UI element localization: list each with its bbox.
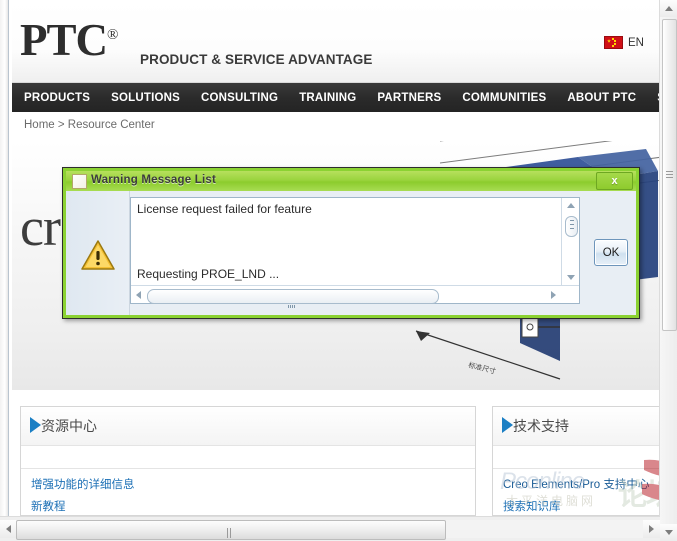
close-button[interactable]: x <box>596 172 633 190</box>
svg-text:标准尺寸: 标准尺寸 <box>468 360 497 376</box>
link-enhancement-details[interactable]: 增强功能的详细信息 <box>31 476 475 492</box>
dialog-frame: Warning Message List x License request f… <box>63 168 639 318</box>
panel-technical-support-links: Creo Elements/Pro 支持中心 搜索知识库 <box>493 469 660 514</box>
triangle-right-icon <box>550 291 556 299</box>
scroll-thumb-grip <box>666 171 673 179</box>
browser-vertical-scrollbar[interactable] <box>659 0 677 541</box>
warning-message-dialog[interactable]: Warning Message List x License request f… <box>62 167 640 319</box>
triangle-down-icon <box>566 275 575 280</box>
panel-technical-support-subbar <box>493 446 660 469</box>
page-scroll-right-button[interactable] <box>643 520 660 538</box>
ptc-logo[interactable]: PTC® <box>20 15 118 65</box>
link-creo-support-center[interactable]: Creo Elements/Pro 支持中心 <box>503 476 660 492</box>
panel-resource-center-title: 资源中心 <box>41 418 97 434</box>
registered-trademark-icon: ® <box>107 27 118 43</box>
panel-technical-support-title: 技术支持 <box>513 418 569 434</box>
panel-resource-center-subbar <box>21 446 475 469</box>
nav-item-about-ptc[interactable]: ABOUT PTC <box>567 92 636 104</box>
triangle-right-icon <box>649 525 654 533</box>
dialog-body: License request failed for feature Reque… <box>66 191 636 315</box>
message-vertical-scrollbar[interactable] <box>561 198 579 285</box>
panel-resource-center-links: 增强功能的详细信息 新教程 <box>21 469 475 514</box>
triangle-down-icon <box>664 530 673 535</box>
page-horizontal-scroll-thumb[interactable] <box>16 520 446 540</box>
page-scroll-left-button[interactable] <box>0 520 17 538</box>
nav-item-consulting[interactable]: CONSULTING <box>201 92 278 104</box>
link-new-tutorial[interactable]: 新教程 <box>31 498 475 514</box>
scroll-left-button[interactable] <box>132 289 144 301</box>
panel-resource-center-header: 资源中心 <box>21 407 475 446</box>
triangle-left-icon <box>135 291 141 299</box>
nav-item-solutions[interactable]: SOLUTIONS <box>111 92 180 104</box>
nav-item-training[interactable]: TRAINING <box>299 92 356 104</box>
page-vertical-scroll-thumb[interactable] <box>662 19 677 331</box>
ptc-logo-text: PTC <box>20 15 108 65</box>
message-list[interactable]: License request failed for feature Reque… <box>130 197 580 308</box>
scroll-up-button[interactable] <box>562 198 579 213</box>
ok-button[interactable]: OK <box>594 239 628 266</box>
breadcrumb[interactable]: Home > Resource Center <box>24 119 155 131</box>
language-selector[interactable]: EN <box>604 36 644 49</box>
message-line-2: Requesting PROE_LND ... <box>137 267 280 281</box>
close-icon: x <box>611 175 618 187</box>
nav-item-communities[interactable]: COMMUNITIES <box>462 92 546 104</box>
page-scroll-down-button[interactable] <box>660 524 677 541</box>
ok-button-label: OK <box>602 246 620 259</box>
panel-technical-support: 技术支持 Creo Elements/Pro 支持中心 搜索知识库 <box>492 406 660 516</box>
browser-horizontal-scrollbar[interactable] <box>0 516 660 541</box>
breadcrumb-bar: Home > Resource Center <box>12 112 660 141</box>
arrow-right-icon <box>30 417 41 433</box>
window-icon <box>72 174 87 189</box>
scroll-right-button[interactable] <box>547 289 559 301</box>
horizontal-scroll-thumb[interactable] <box>147 289 439 308</box>
browser-viewport: PTC® PRODUCT & SERVICE ADVANTAGE EN PROD… <box>0 0 677 541</box>
nav-item-products[interactable]: PRODUCTS <box>24 92 90 104</box>
page-scroll-up-button[interactable] <box>660 0 677 17</box>
vertical-scroll-thumb[interactable] <box>565 216 578 237</box>
nav-item-partners[interactable]: PARTNERS <box>377 92 441 104</box>
china-flag-icon <box>604 36 624 49</box>
site-tagline: PRODUCT & SERVICE ADVANTAGE <box>140 52 373 67</box>
panel-resource-center: 资源中心 增强功能的详细信息 新教程 <box>20 406 476 516</box>
site-header: PTC® PRODUCT & SERVICE ADVANTAGE EN <box>12 0 660 83</box>
main-navigation: PRODUCTS SOLUTIONS CONSULTING TRAINING P… <box>12 83 660 112</box>
content-panels: 资源中心 增强功能的详细信息 新教程 技术支持 Creo Elements/Pr… <box>12 390 660 516</box>
triangle-up-icon <box>664 6 673 11</box>
triangle-left-icon <box>6 525 11 533</box>
panel-technical-support-header: 技术支持 <box>493 407 660 446</box>
scroll-down-button[interactable] <box>562 270 579 285</box>
page-left-margin <box>0 0 9 516</box>
scroll-thumb-grip <box>227 525 235 538</box>
arrow-right-icon <box>502 417 513 433</box>
dialog-titlebar[interactable]: Warning Message List x <box>66 171 636 191</box>
message-line-1: License request failed for feature <box>137 202 312 216</box>
dialog-icon-column <box>66 191 130 315</box>
dialog-title: Warning Message List <box>91 174 216 186</box>
triangle-up-icon <box>566 203 575 208</box>
link-search-knowledge-base[interactable]: 搜索知识库 <box>503 498 660 514</box>
language-label: EN <box>628 36 644 49</box>
scroll-thumb-grip <box>288 295 298 308</box>
message-horizontal-scrollbar[interactable] <box>131 285 579 308</box>
warning-triangle-icon <box>81 240 115 270</box>
